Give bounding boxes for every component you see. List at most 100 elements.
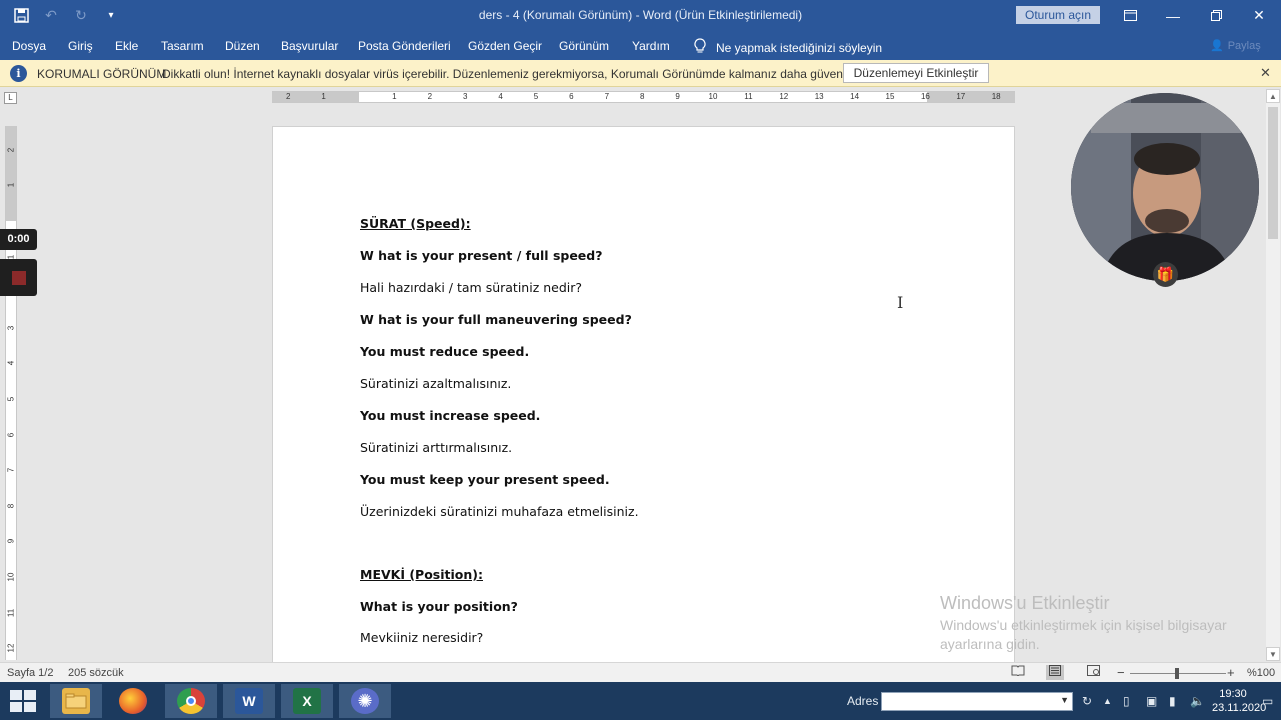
volume-icon[interactable]: 🔈 [1190, 694, 1205, 708]
tab-home[interactable]: Giriş [68, 39, 93, 53]
tab-layout[interactable]: Düzen [225, 39, 260, 53]
document-paragraph: You must keep your present speed. [360, 472, 610, 487]
redo-icon[interactable]: ↻ [68, 5, 94, 25]
tab-help[interactable]: Yardım [632, 39, 670, 53]
sign-in-button[interactable]: Oturum açın [1016, 6, 1100, 24]
scroll-down-icon[interactable]: ▼ [1266, 647, 1280, 661]
ruler-tick: 6 [569, 92, 574, 101]
ruler-tick: 4 [6, 361, 16, 366]
minimize-icon[interactable]: — [1151, 0, 1195, 31]
close-bar-icon[interactable]: ✕ [1260, 65, 1271, 81]
zoom-out-icon[interactable]: − [1117, 665, 1125, 680]
address-input[interactable]: ▼ [881, 692, 1073, 711]
print-layout-icon[interactable] [1046, 665, 1064, 680]
zoom-slider-thumb[interactable] [1175, 668, 1179, 679]
ruler-tick: 11 [744, 92, 753, 101]
taskbar-word[interactable]: W [223, 684, 275, 718]
document-paragraph: What is your position? [360, 599, 518, 614]
ruler-tick: 11 [6, 608, 16, 617]
lightbulb-icon [694, 38, 706, 57]
tab-view[interactable]: Görünüm [559, 39, 609, 53]
page-count[interactable]: Sayfa 1/2 [7, 667, 53, 679]
stop-recording-button[interactable] [0, 259, 37, 296]
document-paragraph: W hat is your full maneuvering speed? [360, 312, 632, 327]
taskbar-firefox[interactable] [107, 684, 159, 718]
document-paragraph: Hali hazırdaki / tam süratiniz nedir? [360, 280, 583, 295]
ruler-tick: 5 [533, 92, 539, 101]
document-paragraph: Süratinizi azaltmalısınız. [360, 376, 512, 391]
clock-date: 23.11.2020 [1212, 702, 1267, 714]
system-clock[interactable]: 19:30 23.11.2020 [1212, 687, 1267, 715]
share-button[interactable]: 👤 Paylaş [1210, 39, 1261, 53]
document-paragraph: Üzerinizdeki süratinizi muhafaza etmelis… [360, 504, 639, 519]
taskbar-excel[interactable]: X [281, 684, 333, 718]
network-icon[interactable]: ▮ [1169, 694, 1176, 708]
protected-view-message: Dikkatli olun! İnternet kaynaklı dosyala… [162, 67, 875, 81]
ruler-tick: 8 [639, 92, 645, 101]
refresh-icon[interactable]: ↻ [1078, 692, 1096, 711]
tab-mailings[interactable]: Posta Gönderileri [358, 39, 451, 53]
windows-start-icon[interactable] [10, 690, 36, 712]
read-mode-icon[interactable] [1009, 665, 1027, 680]
tell-me-search[interactable]: Ne yapmak istediğinizi söyleyin [694, 38, 882, 57]
ruler-tick: 9 [6, 539, 16, 544]
tab-review[interactable]: Gözden Geçir [468, 39, 542, 53]
chevron-down-icon[interactable]: ▼ [1060, 695, 1069, 705]
scroll-thumb[interactable] [1268, 107, 1278, 239]
restore-icon[interactable] [1194, 0, 1238, 31]
ruler-tick: 2 [6, 147, 16, 153]
ruler-tick: 15 [885, 92, 895, 101]
undo-icon[interactable]: ↶ [38, 5, 64, 25]
taskbar-chrome[interactable] [165, 684, 217, 718]
device-icon[interactable]: ▯ [1123, 694, 1130, 708]
tray-expand-icon[interactable]: ▲ [1103, 696, 1112, 706]
ruler-right-margin [927, 92, 1015, 102]
ribbon-display-options-icon[interactable] [1108, 0, 1152, 31]
ruler-tick: 7 [6, 467, 16, 473]
word-icon: W [235, 688, 263, 714]
taskbar-other-app[interactable]: ✺ [339, 684, 391, 718]
folder-icon [62, 688, 90, 714]
document-paragraph: You must increase speed. [360, 408, 541, 423]
horizontal-ruler[interactable]: 2 1 1 2 3 4 5 6 7 8 9 10 11 12 13 14 15 16 17 18 [272, 91, 1015, 103]
scroll-up-icon[interactable]: ▲ [1266, 89, 1280, 103]
vertical-scrollbar[interactable]: ▲ ▼ [1266, 89, 1280, 661]
gift-icon[interactable]: 🎁 [1153, 262, 1178, 287]
customize-toolbar-icon[interactable]: ▾ [98, 5, 124, 25]
document-page[interactable]: SÜRAT (Speed): W hat is your present / fu… [272, 126, 1015, 666]
stop-icon [11, 270, 26, 285]
tell-me-label: Ne yapmak istediğinizi söyleyin [716, 40, 883, 55]
protected-view-bar: i KORUMALI GÖRÜNÜM Dikkatli olun! İntern… [0, 60, 1281, 87]
ruler-tick: 3 [6, 325, 16, 331]
notification-icon[interactable]: ▭ [1262, 694, 1273, 708]
tab-file[interactable]: Dosya [12, 39, 46, 53]
ruler-tick: 7 [604, 92, 610, 101]
chrome-icon [177, 688, 205, 714]
save-icon[interactable] [8, 5, 34, 25]
tab-references[interactable]: Başvurular [281, 39, 338, 53]
enable-editing-button[interactable]: Düzenlemeyi Etkinleştir [843, 63, 989, 83]
document-paragraph: MEVKİ (Position): [360, 567, 483, 582]
recording-timer: 0:00 [0, 229, 37, 250]
action-center-icon[interactable]: ▣ [1146, 694, 1157, 708]
ruler-tick: 2 [427, 92, 433, 101]
ruler-tick: 3 [462, 92, 468, 101]
vertical-ruler[interactable]: 21123456789101112 [5, 126, 17, 660]
activation-watermark-title: Windows'u Etkinleştir [940, 593, 1110, 613]
ruler-tick: 18 [991, 92, 1001, 101]
firefox-icon [119, 688, 147, 714]
clock-time: 19:30 [1219, 688, 1247, 700]
tab-design[interactable]: Tasarım [161, 39, 204, 53]
activation-watermark-body: Windows'u etkinleştirmek için kişisel bi… [940, 617, 1227, 652]
zoom-in-icon[interactable]: + [1227, 665, 1235, 680]
taskbar-file-explorer[interactable] [50, 684, 102, 718]
tab-insert[interactable]: Ekle [115, 39, 138, 53]
zoom-level[interactable]: %100 [1247, 667, 1275, 679]
close-icon[interactable]: ✕ [1237, 0, 1281, 31]
web-layout-icon[interactable] [1084, 665, 1102, 680]
title-bar: ↶ ↻ ▾ ders - 4 (Korumalı Görünüm) - Word… [0, 0, 1281, 31]
tab-selector[interactable]: L [4, 92, 17, 104]
ruler-tick: 4 [498, 92, 503, 101]
word-count[interactable]: 205 sözcük [68, 667, 124, 679]
ruler-tick: 12 [6, 643, 16, 653]
